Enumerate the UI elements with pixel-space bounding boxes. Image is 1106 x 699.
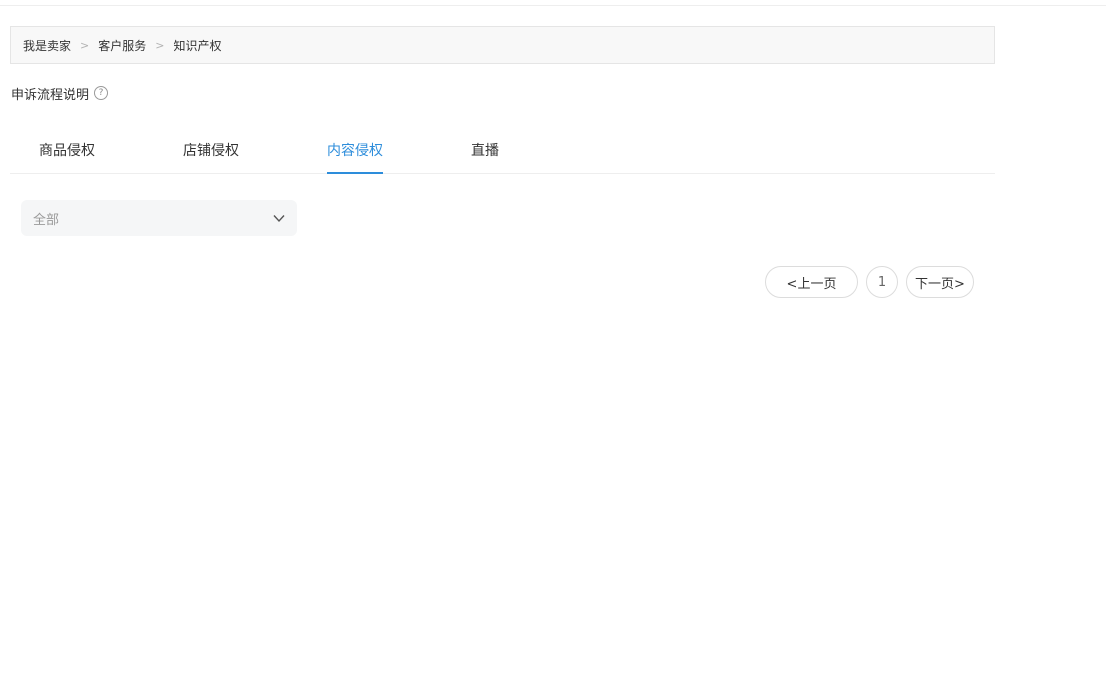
prev-page-button[interactable]: <上一页 — [765, 266, 858, 298]
tab-product-infringement[interactable]: 商品侵权 — [39, 130, 95, 173]
breadcrumb-separator: > — [80, 38, 90, 52]
tab-live-stream[interactable]: 直播 — [471, 130, 499, 173]
breadcrumb-item-customer-service[interactable]: 客户服务 — [98, 37, 146, 54]
page-number-button[interactable]: 1 — [866, 266, 898, 298]
category-select[interactable]: 全部 — [21, 200, 297, 236]
breadcrumb: 我是卖家 > 客户服务 > 知识产权 — [10, 26, 995, 64]
breadcrumb-item-ip: 知识产权 — [173, 38, 222, 53]
appeal-process-row: 申诉流程说明 ? — [11, 83, 109, 103]
question-circle-icon[interactable]: ? — [94, 86, 109, 100]
breadcrumb-separator: > — [155, 38, 165, 52]
next-page-button[interactable]: 下一页> — [906, 266, 974, 298]
tab-content-infringement[interactable]: 内容侵权 — [327, 130, 383, 174]
chevron-down-icon — [273, 215, 285, 223]
tab-store-infringement[interactable]: 店铺侵权 — [183, 130, 239, 173]
infringement-tabs: 商品侵权 店铺侵权 内容侵权 直播 — [10, 130, 995, 174]
category-select-value: 全部 — [33, 212, 60, 228]
top-divider — [0, 5, 1106, 6]
appeal-process-label: 申诉流程说明 — [11, 87, 90, 103]
breadcrumb-item-seller[interactable]: 我是卖家 — [23, 37, 71, 54]
